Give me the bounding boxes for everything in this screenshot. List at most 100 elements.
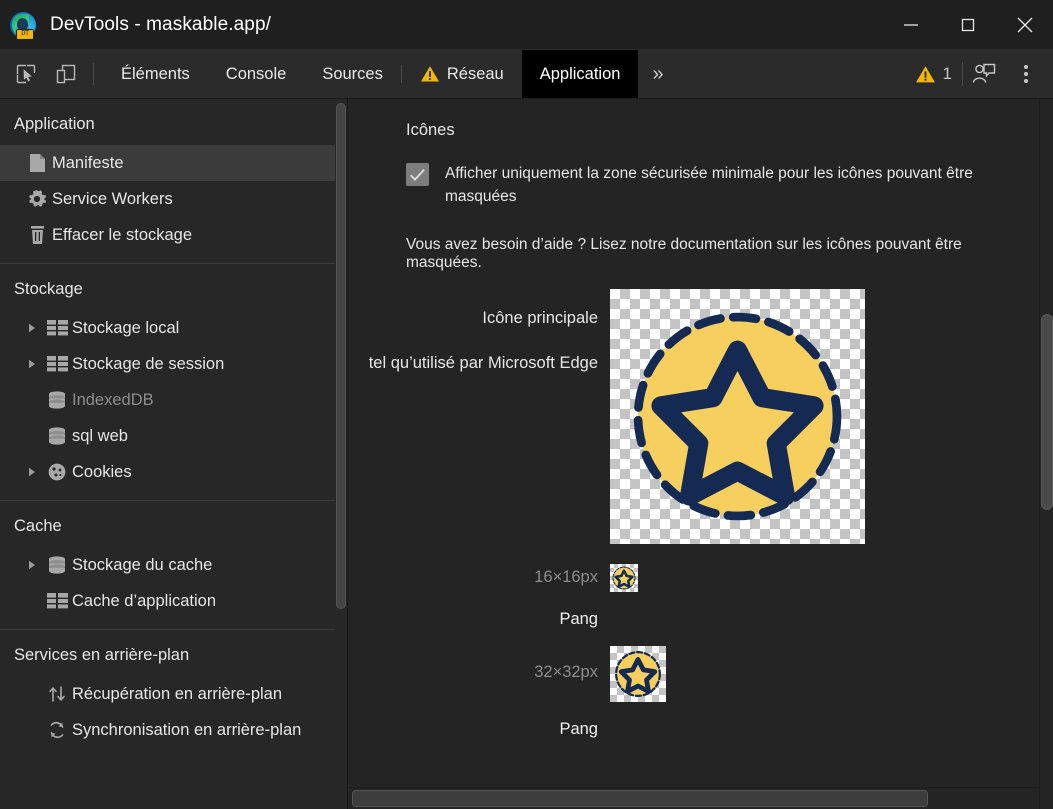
sidebar-item-label: Stockage du cache (72, 555, 213, 574)
minimal-safe-area-label: Afficher uniquement la zone sécurisée mi… (445, 165, 973, 205)
application-sidebar: Application Manifeste Service Workers Ef… (0, 99, 348, 809)
chevron-right-icon[interactable] (22, 323, 42, 333)
manifest-horizontal-scrollbar[interactable] (348, 787, 1039, 809)
icon-preview-row-16: 16×16px (348, 564, 1039, 592)
tab-elements[interactable]: Éléments (103, 50, 208, 98)
warning-count: 1 (942, 64, 952, 83)
database-icon (42, 427, 72, 445)
sidebar-item-label: Synchronisation en arrière-plan (72, 720, 302, 739)
icon-16-name: Pang (559, 610, 598, 628)
sidebar-item-label: Cache d’application (72, 591, 217, 610)
sidebar-item-label: Manifeste (52, 153, 124, 172)
icon-32-size-label: 32×32px (534, 663, 598, 681)
table-icon (42, 356, 72, 372)
manifest-vscrollbar-thumb[interactable] (1041, 314, 1053, 510)
devtools-body: Application Manifeste Service Workers Ef… (0, 99, 1053, 809)
updown-arrows-icon (42, 684, 72, 704)
gear-icon (22, 189, 52, 209)
tab-console[interactable]: Console (208, 50, 305, 98)
sidebar-scroll-content: Application Manifeste Service Workers Ef… (0, 99, 335, 809)
icon-preview-row-32: 32×32px (348, 646, 1039, 702)
sidebar-item-session-storage[interactable]: Stockage de session (0, 346, 335, 382)
tab-application[interactable]: Application (521, 50, 639, 98)
maximize-button[interactable] (939, 0, 996, 50)
sidebar-item-indexeddb[interactable]: IndexedDB (0, 382, 335, 418)
icon-16-name-wrap: Pang (348, 610, 610, 629)
tab-label: Éléments (121, 64, 190, 83)
sidebar-item-label: IndexedDB (72, 390, 154, 409)
feedback-button[interactable] (963, 50, 1005, 99)
more-options-button[interactable] (1005, 50, 1047, 99)
tab-label: Réseau (446, 64, 504, 83)
sidebar-scrollbar-thumb[interactable] (336, 103, 346, 609)
inspect-element-icon (16, 64, 36, 84)
trash-icon (22, 225, 52, 245)
icon-16-labels: 16×16px (348, 564, 610, 587)
sidebar-item-web-sql[interactable]: sql web (0, 418, 335, 454)
sidebar-item-background-fetch[interactable]: Récupération en arrière-plan (0, 676, 335, 712)
manifest-panel: Icônes Afficher uniquement la zone sécur… (348, 99, 1053, 809)
maskable-star-icon (633, 312, 842, 521)
sidebar-item-application-cache[interactable]: Cache d’application (0, 583, 335, 619)
icon-16-size-label: 16×16px (534, 568, 598, 586)
tab-label: Console (225, 64, 287, 83)
icon-32-labels: 32×32px (348, 646, 610, 682)
warning-triangle-icon (420, 66, 439, 82)
window-title: DevTools - maskable.app/ (50, 13, 272, 35)
minimal-safe-area-checkbox[interactable] (406, 163, 429, 186)
maskable-star-icon (615, 651, 661, 697)
manifest-vertical-scrollbar[interactable] (1039, 99, 1053, 809)
sidebar-item-manifest[interactable]: Manifeste (0, 145, 335, 181)
sidebar-item-cookies[interactable]: Cookies (0, 454, 335, 490)
database-icon (42, 556, 72, 574)
manifest-hscrollbar-thumb[interactable] (352, 790, 928, 807)
devtools-toolbar: Éléments Console Sources Réseau Applicat… (0, 50, 1053, 99)
icon-previews: Icône principale tel qu’utilisé par Micr… (348, 289, 1039, 739)
tab-label: Sources (322, 64, 383, 83)
icons-section-title: Icônes (406, 121, 455, 139)
sidebar-item-background-sync[interactable]: Synchronisation en arrière-plan (0, 712, 335, 748)
edge-logo-icon: DT (10, 11, 36, 40)
sidebar-section-title-storage: Stockage (14, 280, 83, 298)
sidebar-item-cache-storage[interactable]: Stockage du cache (0, 547, 335, 583)
toolbar-right-icons: 1 (909, 50, 1053, 98)
toolbar-divider (93, 63, 94, 85)
warning-triangle-icon (915, 65, 935, 82)
sidebar-item-clear-storage[interactable]: Effacer le stockage (0, 217, 335, 253)
minimize-button[interactable] (882, 0, 939, 50)
device-toolbar-icon (56, 64, 76, 84)
panel-tabs: Éléments Console Sources Réseau Applicat… (103, 50, 639, 98)
close-button[interactable] (996, 0, 1053, 50)
more-tabs-button[interactable]: » (638, 50, 675, 99)
manifest-content: Icônes Afficher uniquement la zone sécur… (348, 99, 1039, 787)
sidebar-item-label: Service Workers (52, 189, 173, 208)
icon-16-preview (610, 564, 638, 592)
sidebar-item-service-workers[interactable]: Service Workers (0, 181, 335, 217)
maskable-star-icon (612, 566, 636, 590)
sync-icon (42, 720, 72, 740)
tab-network[interactable]: Réseau (402, 50, 522, 98)
documentation-help-text: Vous avez besoin d’aide ? Lisez notre do… (406, 236, 962, 271)
cookie-icon (42, 462, 72, 482)
devtools-badge: DT (16, 28, 34, 40)
icon-preview-row-primary: Icône principale tel qu’utilisé par Micr… (348, 289, 1039, 544)
chevron-right-icon[interactable] (22, 359, 42, 369)
minimal-safe-area-row[interactable]: Afficher uniquement la zone sécurisée mi… (348, 140, 1039, 208)
warning-count-indicator[interactable]: 1 (909, 50, 962, 99)
database-icon (42, 391, 72, 409)
chevron-right-icon[interactable] (22, 467, 42, 477)
sidebar-item-label: Stockage de session (72, 354, 225, 373)
feedback-person-icon (972, 63, 996, 83)
checkmark-icon (409, 168, 425, 181)
icon-32-preview (610, 646, 666, 702)
sidebar-scrollbar[interactable] (335, 99, 347, 809)
kebab-menu-icon (1024, 65, 1028, 83)
tab-sources[interactable]: Sources (304, 50, 401, 98)
sidebar-section-title-background-services: Services en arrière-plan (14, 646, 190, 664)
device-toolbar-button[interactable] (48, 56, 84, 92)
chevron-right-icon[interactable] (22, 560, 42, 570)
sidebar-item-local-storage[interactable]: Stockage local (0, 310, 335, 346)
tab-label: Application (539, 64, 621, 83)
icon-32-name: Pang (559, 720, 598, 738)
inspect-element-button[interactable] (8, 56, 44, 92)
